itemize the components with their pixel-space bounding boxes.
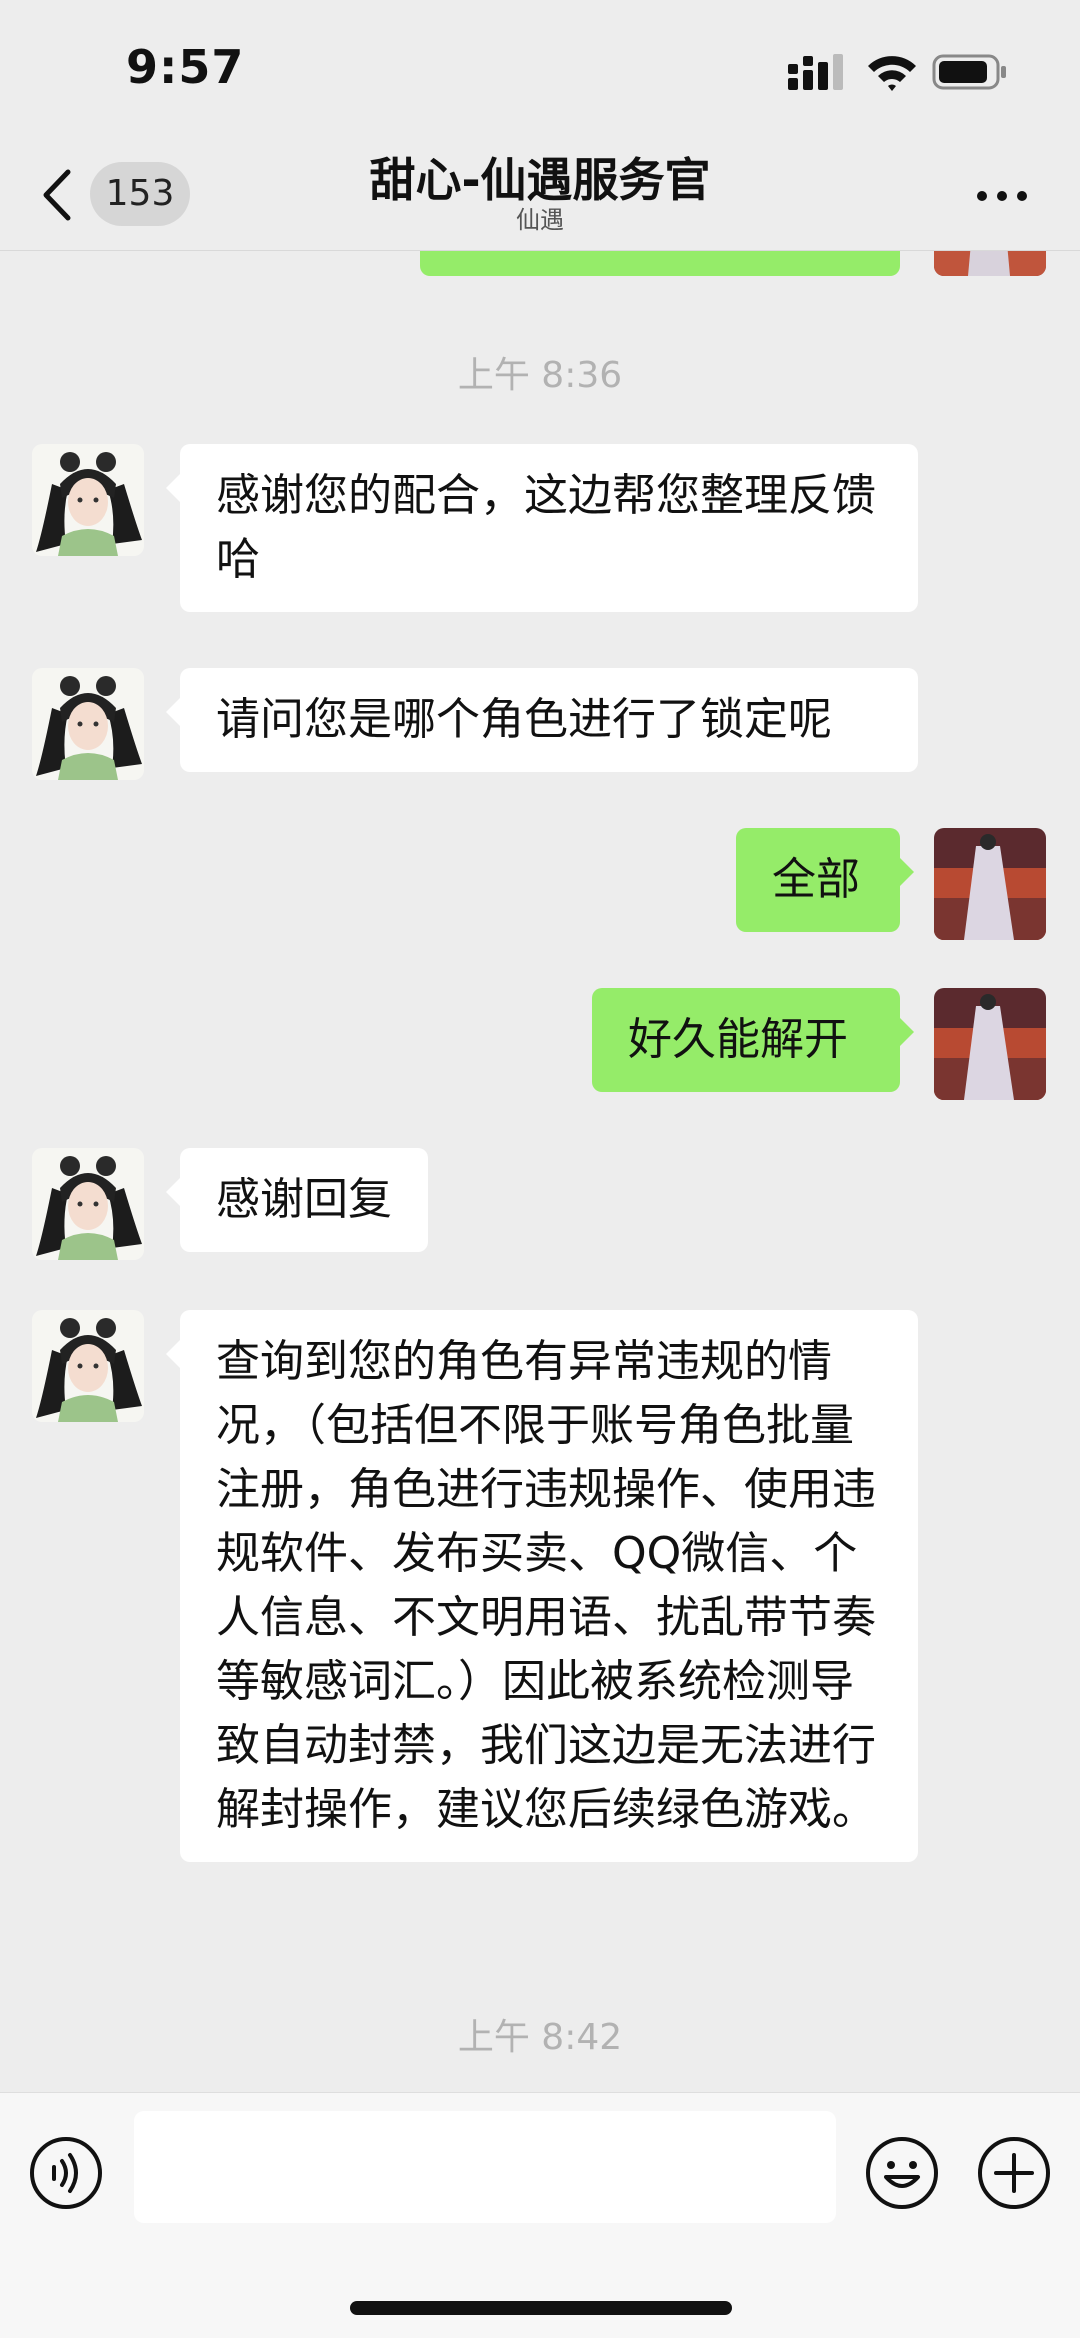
message-bubble[interactable]: 查询到您的角色有异常违规的情况，（包括但不限于账号角色批量注册，角色进行违规操作… xyxy=(166,1310,918,1862)
contact-avatar[interactable] xyxy=(32,1148,144,1260)
contact-avatar[interactable] xyxy=(32,668,144,780)
self-avatar[interactable] xyxy=(934,828,1046,940)
emoji-icon[interactable] xyxy=(864,2135,940,2211)
message-input[interactable] xyxy=(134,2111,836,2223)
timestamp-label: 上午 8:36 xyxy=(457,355,623,396)
timestamp-label: 上午 8:42 xyxy=(457,2017,623,2058)
contact-avatar[interactable] xyxy=(32,1310,144,1422)
voice-input-icon[interactable] xyxy=(28,2135,104,2211)
message-bubble-partial[interactable] xyxy=(420,250,900,276)
more-options-icon[interactable] xyxy=(976,190,1028,202)
status-bar: 9:57 xyxy=(0,0,1080,140)
status-time: 9:57 xyxy=(126,40,245,94)
add-more-icon[interactable] xyxy=(976,2135,1052,2211)
chat-header: 153 甜心-仙遇服务官 仙遇 xyxy=(0,140,1080,251)
message-bubble[interactable]: 感谢回复 xyxy=(166,1148,428,1252)
self-avatar-partial[interactable] xyxy=(934,250,1046,276)
battery-icon xyxy=(932,54,1006,90)
home-indicator[interactable] xyxy=(350,2301,732,2315)
chat-subtitle: 仙遇 xyxy=(516,206,564,234)
message-bubble-self[interactable]: 好久能解开 xyxy=(592,988,914,1092)
cellular-signal-icon xyxy=(788,54,843,90)
self-avatar[interactable] xyxy=(934,988,1046,1100)
message-bubble-self[interactable]: 全部 xyxy=(736,828,914,932)
message-bubble[interactable]: 感谢您的配合，这边帮您整理反馈哈 xyxy=(166,444,918,612)
message-bubble[interactable]: 请问您是哪个角色进行了锁定呢 xyxy=(166,668,918,772)
wifi-icon xyxy=(868,56,916,91)
message-list[interactable]: 上午 8:36 感谢您的配合，这边帮您整理反馈哈 请问您是哪个角色进行了锁定呢 … xyxy=(0,250,1080,2092)
contact-avatar[interactable] xyxy=(32,444,144,556)
